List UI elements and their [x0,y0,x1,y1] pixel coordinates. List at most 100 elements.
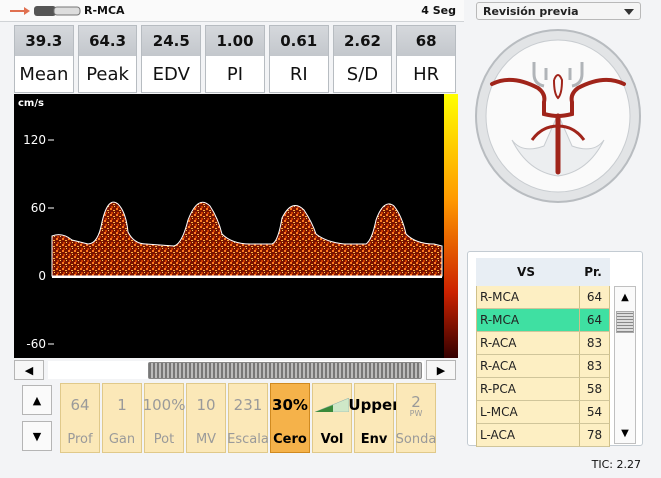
scroll-thumb[interactable] [148,362,422,379]
brain-vessel-diagram[interactable] [472,22,644,206]
table-row[interactable]: R-ACA 83 [476,355,610,378]
table-row[interactable]: L-ACA 78 [476,424,610,447]
arrow-up-icon: ▲ [621,291,629,303]
param-value [315,384,349,427]
preview-dropdown[interactable]: Revisión previa [476,2,641,20]
probe-icon [10,6,81,16]
col-header-pr: Pr. [584,265,602,279]
scroll-left-button[interactable]: ◀ [14,360,44,380]
time-window-label: 4 Seg [421,4,456,17]
cell-vs: L-ACA [480,428,516,442]
param-escala[interactable]: 231 Escala [227,383,269,453]
volume-ramp-icon [315,398,349,413]
metric-peak: 64.3 Peak [77,25,138,93]
param-label: MV [195,431,217,447]
scroll-up-button[interactable]: ▲ [616,288,634,306]
cell-vs: L-MCA [480,405,518,419]
control-strip: ▲ ▼ 64 Prof 1 Gan 100% Pot 10 MV 231 Escala 3… [14,383,460,453]
param-gan[interactable]: 1 Gan [102,383,142,453]
arrow-up-icon: ▲ [32,393,42,407]
scroll-right-button[interactable]: ▶ [426,360,456,380]
metric-value: 2.62 [333,26,392,56]
arrow-right-icon: ▶ [436,363,446,377]
param-value: 30% [272,396,308,415]
table-row[interactable]: R-ACA 83 [476,332,610,355]
col-header-vs: VS [517,265,535,279]
velocity-unit-label: cm/s [18,98,44,109]
doppler-spectrum[interactable]: cm/s 120 60 0 -60 [14,94,458,358]
arrow-left-icon: ◀ [24,363,34,377]
scroll-thumb[interactable] [616,311,634,333]
cell-pr: 54 [579,401,609,423]
metric-value: 24.5 [142,26,201,56]
increase-button[interactable]: ▲ [22,385,52,415]
table-row-selected[interactable]: R-MCA 64 [476,309,610,332]
preview-dropdown-value: Revisión previa [483,5,579,18]
arrow-down-icon: ▼ [621,427,629,439]
tick-0: 0 [38,269,46,283]
metric-value: 39.3 [15,26,73,56]
doppler-waveform [51,201,443,277]
metric-label: PI [206,56,264,92]
vessel-table-scrollbar[interactable]: ▲ ▼ [614,286,636,444]
cell-vs: R-ACA [480,336,517,350]
param-pot[interactable]: 100% Pot [142,383,186,453]
vessel-table-header: VS Pr. [476,258,610,286]
param-value: 100% [142,396,186,415]
scroll-down-button[interactable]: ▼ [616,424,634,442]
cell-pr: 64 [579,309,609,331]
cell-pr: 83 [579,355,609,377]
param-value: 10 [196,396,216,415]
vessel-title: R-MCA [84,4,125,17]
metric-ri: 0.61 RI [268,25,329,93]
metric-label: Mean [15,56,73,92]
cell-pr: 64 [579,286,609,308]
table-row[interactable]: R-MCA 64 [476,286,610,309]
tic-readout: TIC: 2.27 [591,458,641,471]
metric-label: RI [269,56,328,92]
param-mv[interactable]: 10 MV [186,383,226,453]
tick-minus-60: -60 [26,337,46,351]
param-label: Escala [227,431,269,447]
metric-hr: 68 HR [396,25,457,93]
metric-label: S/D [333,56,392,92]
chevron-down-icon [624,9,634,15]
metric-value: 1.00 [206,26,264,56]
param-label: Sonda [395,431,437,447]
param-prof[interactable]: 64 Prof [60,383,100,453]
cell-pr: 83 [579,332,609,354]
cell-pr: 58 [579,378,609,400]
spectrum-scrollbar[interactable]: ◀ ▶ [14,360,456,380]
color-scale-bar [444,94,458,358]
sonda-mode: PW [409,408,423,418]
param-cero[interactable]: 30% Cero [270,383,310,453]
cell-vs: R-MCA [480,313,520,327]
metric-mean: 39.3 Mean [14,25,74,93]
cell-vs: R-ACA [480,359,517,373]
metric-value: 64.3 [78,26,137,56]
param-label: Env [360,431,388,447]
scroll-track[interactable] [48,361,424,379]
metric-value: 0.61 [269,26,328,56]
vessel-table-body: R-MCA 64 R-MCA 64 R-ACA 83 R-ACA 83 R-PCA 58 … [476,286,610,447]
vessel-table-panel: VS Pr. R-MCA 64 R-MCA 64 R-ACA 83 R-ACA 83 R… [467,251,643,447]
metric-sd: 2.62 S/D [332,25,393,93]
cell-vs: R-PCA [480,382,517,396]
param-label: Pot [153,431,175,447]
param-value: 231 [233,396,263,415]
param-env[interactable]: Upper Env [348,383,400,453]
metric-value: 68 [397,26,456,56]
cell-pr: 78 [579,424,609,446]
cell-vs: R-MCA [480,290,520,304]
decrease-button[interactable]: ▼ [22,421,52,451]
table-row[interactable]: R-PCA 58 [476,378,610,401]
tick-120: 120 [23,133,46,147]
param-label: Cero [273,431,307,447]
metric-pi: 1.00 PI [205,25,265,93]
top-bar: R-MCA 4 Seg [0,0,464,22]
param-label: Vol [320,431,344,447]
param-vol[interactable]: Vol [312,383,352,453]
metric-label: EDV [142,56,201,92]
table-row[interactable]: L-MCA 54 [476,401,610,424]
param-sonda[interactable]: 2 PW Sonda [396,383,436,453]
